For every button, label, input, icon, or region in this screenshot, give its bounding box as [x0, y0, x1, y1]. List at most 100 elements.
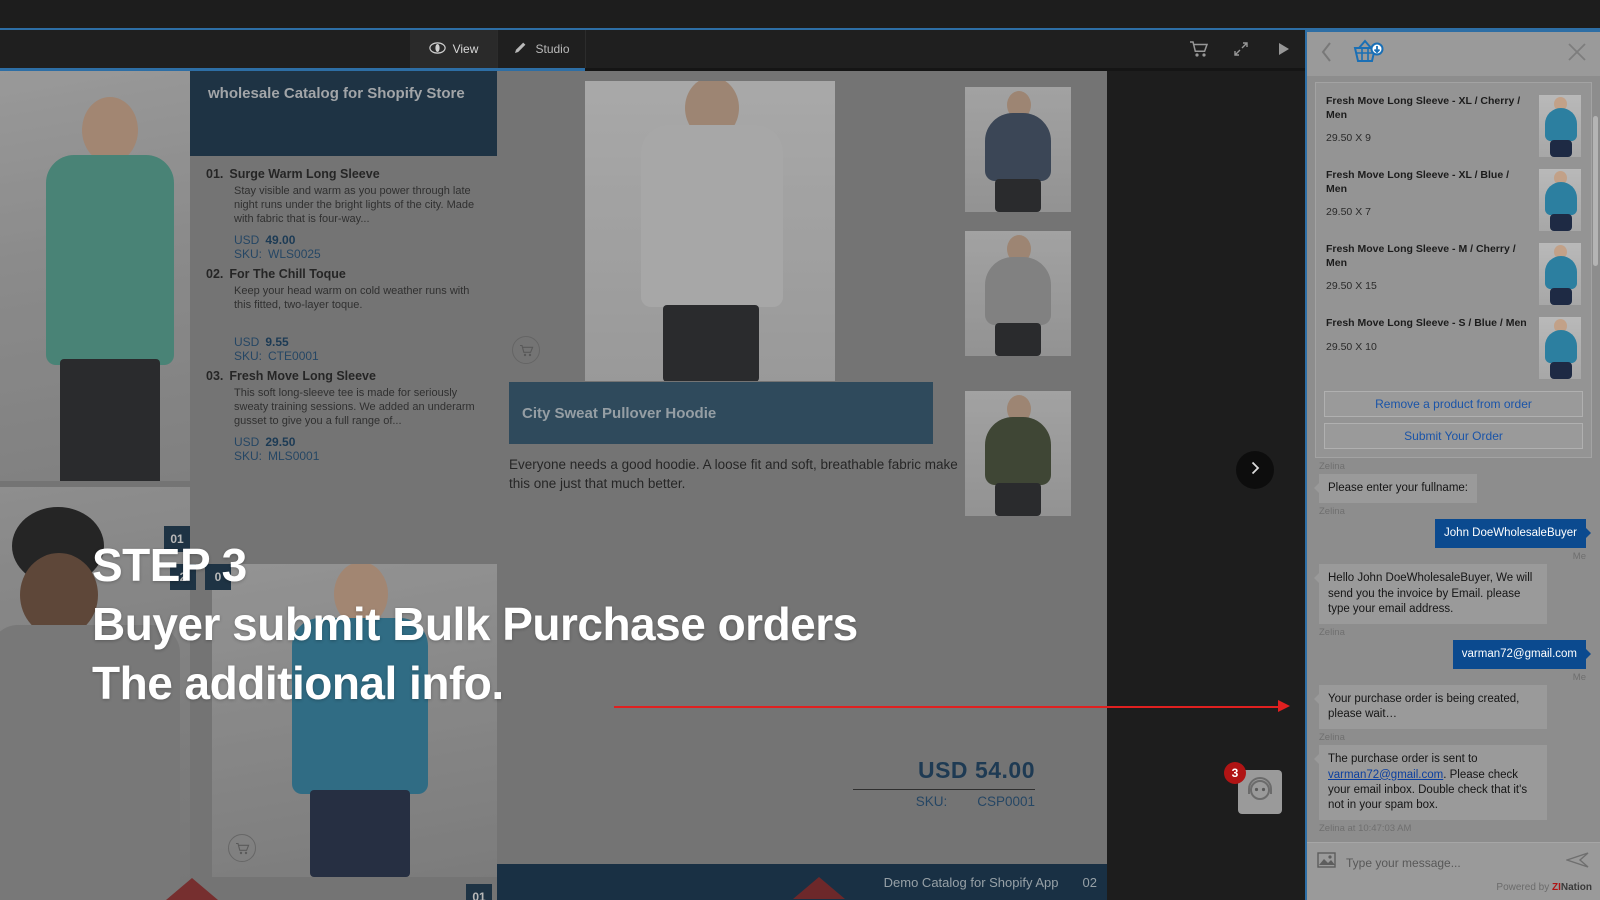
- powered-by-label: Powered by: [1496, 882, 1552, 893]
- thumbnail-photo-2[interactable]: [965, 231, 1071, 356]
- message-sender: Zelina: [1319, 461, 1345, 472]
- center-sku-label: SKU:: [915, 794, 948, 809]
- message-sender: Zelina: [1319, 626, 1345, 638]
- order-item-name: Fresh Move Long Sleeve - M / Cherry / Me…: [1326, 243, 1516, 269]
- order-line-item: Fresh Move Long Sleeve - XL / Blue / Men…: [1324, 163, 1583, 237]
- order-item-thumbnail: [1539, 317, 1581, 379]
- next-page-button[interactable]: [1236, 451, 1274, 489]
- chat-unread-badge: 3: [1224, 762, 1246, 784]
- eye-icon: [428, 41, 446, 57]
- chat-message-bubble: Your purchase order is being created, pl…: [1314, 685, 1547, 730]
- chat-message-bubble: varman72@gmail.com: [1452, 639, 1592, 670]
- center-product-description: Everyone needs a good hoodie. A loose fi…: [509, 457, 958, 491]
- tab-view[interactable]: View: [410, 30, 498, 68]
- center-price-block: USD 54.00 SKU: CSP0001: [853, 757, 1035, 809]
- center-currency: USD: [917, 757, 969, 783]
- item-price: 9.55: [265, 334, 289, 349]
- message-text-pre: The purchase order is sent to: [1328, 753, 1478, 766]
- send-icon[interactable]: [1564, 851, 1590, 874]
- order-item-name: Fresh Move Long Sleeve - XL / Cherry / M…: [1326, 95, 1521, 121]
- overlay-line-1: STEP 3: [92, 539, 247, 591]
- list-item[interactable]: 03. Fresh Move Long Sleeve This soft long…: [206, 369, 481, 463]
- play-icon[interactable]: [1272, 38, 1294, 60]
- order-item-thumbnail: [1539, 169, 1581, 231]
- message-sender: Zelina: [1319, 506, 1345, 518]
- email-link[interactable]: varman72@gmail.com: [1328, 769, 1443, 781]
- app-root: View Studio wholesale Catalog for Shopif…: [0, 0, 1600, 900]
- basket-download-icon: [1349, 37, 1385, 72]
- catalog-page-left[interactable]: wholesale Catalog for Shopify Store 01. S…: [0, 71, 497, 900]
- chat-message-list[interactable]: Fresh Move Long Sleeve - XL / Cherry / M…: [1307, 76, 1600, 842]
- item-currency: USD: [234, 434, 260, 449]
- scroll-up-chevron[interactable]: [793, 877, 845, 899]
- order-item-thumbnail: [1539, 243, 1581, 305]
- remove-product-button[interactable]: Remove a product from order: [1324, 391, 1583, 417]
- chevron-right-icon: [1247, 460, 1263, 481]
- brand-nation: Nation: [1560, 882, 1592, 893]
- item-description: Keep your head warm on cold weather runs…: [234, 284, 470, 311]
- thumbnail-photo-1[interactable]: [965, 87, 1071, 212]
- footer-page-number: 02: [1082, 874, 1097, 890]
- add-to-cart-icon-page2[interactable]: [512, 336, 540, 364]
- footer-title: Demo Catalog for Shopify App: [883, 874, 1059, 890]
- message-sender: Zelina: [1319, 732, 1345, 744]
- order-item-qty: 29.50 X 15: [1326, 280, 1377, 293]
- headset-chat-icon: [1245, 776, 1275, 808]
- tab-studio[interactable]: Studio: [498, 30, 586, 68]
- order-item-qty: 29.50 X 9: [1326, 132, 1371, 145]
- item-number: 01.: [206, 167, 224, 181]
- item-currency: USD: [234, 334, 260, 349]
- chat-message-input[interactable]: Type your message...: [1346, 856, 1556, 870]
- item-title: Surge Warm Long Sleeve: [229, 167, 380, 181]
- order-item-thumbnail: [1539, 95, 1581, 157]
- thumbnail-photo-3[interactable]: [965, 391, 1071, 516]
- left-page-header: wholesale Catalog for Shopify Store: [190, 71, 497, 156]
- catalog-page-center[interactable]: City Sweat Pullover Hoodie Everyone need…: [497, 71, 1107, 900]
- list-item[interactable]: 01. Surge Warm Long Sleeve Stay visible a…: [206, 167, 481, 261]
- order-item-qty: 29.50 X 7: [1326, 206, 1371, 219]
- chat-message-bubble: Hello John DoeWholesaleBuyer, We will se…: [1314, 564, 1547, 624]
- annotation-arrow-line: [614, 706, 1286, 708]
- cart-icon[interactable]: [1188, 38, 1210, 60]
- item-title: Fresh Move Long Sleeve: [229, 368, 376, 383]
- chat-input-row[interactable]: Type your message...: [1307, 842, 1600, 882]
- chat-panel: Fresh Move Long Sleeve - XL / Cherry / M…: [1305, 30, 1600, 900]
- fullscreen-icon[interactable]: [1230, 38, 1252, 60]
- scroll-up-chevron[interactable]: [166, 878, 218, 900]
- item-title: For The Chill Toque: [229, 266, 346, 281]
- center-product-title: City Sweat Pullover Hoodie: [509, 382, 933, 444]
- image-icon[interactable]: [1317, 852, 1336, 873]
- close-icon[interactable]: [1566, 41, 1588, 67]
- chat-powered-by: Powered by ZINation: [1307, 882, 1600, 900]
- chat-message-bubble: Please enter your fullname:: [1314, 474, 1477, 504]
- hero-product-photo: [585, 81, 835, 381]
- item-sku-label: SKU:: [234, 246, 263, 261]
- item-sku-label: SKU:: [234, 348, 263, 363]
- brand-zi: ZI: [1552, 882, 1561, 893]
- toolbar-left-spacer: [0, 30, 410, 68]
- chat-scrollbar[interactable]: [1593, 116, 1598, 266]
- overlay-line-3: The additional info.: [92, 656, 504, 709]
- price-divider: [853, 789, 1035, 790]
- item-currency: USD: [234, 232, 260, 247]
- chat-panel-header: [1307, 32, 1600, 76]
- order-line-item: Fresh Move Long Sleeve - M / Cherry / Me…: [1324, 237, 1583, 311]
- submit-order-button[interactable]: Submit Your Order: [1324, 423, 1583, 449]
- catalog-stage: wholesale Catalog for Shopify Store 01. S…: [0, 71, 1305, 900]
- item-sku: MLS0001: [268, 448, 320, 463]
- add-to-cart-icon-page1[interactable]: [228, 834, 256, 862]
- item-description: This soft long-sleeve tee is made for se…: [234, 386, 475, 427]
- item-sku-label: SKU:: [234, 448, 263, 463]
- item-sku: CTE0001: [268, 348, 319, 363]
- message-sender: Me: [1572, 672, 1586, 684]
- list-item[interactable]: 02. For The Chill Toque Keep your head wa…: [206, 267, 481, 363]
- chevron-left-icon[interactable]: [1319, 40, 1341, 69]
- item-price: 29.50: [265, 434, 296, 449]
- overlay-line-2: Buyer submit Bulk Purchase orders: [92, 597, 858, 650]
- tab-studio-label: Studio: [535, 42, 570, 56]
- order-item-name: Fresh Move Long Sleeve - XL / Blue / Men: [1326, 169, 1510, 195]
- order-item-qty: 29.50 X 10: [1326, 340, 1377, 353]
- item-number: 03.: [206, 368, 224, 383]
- message-sender: Me: [1572, 551, 1586, 563]
